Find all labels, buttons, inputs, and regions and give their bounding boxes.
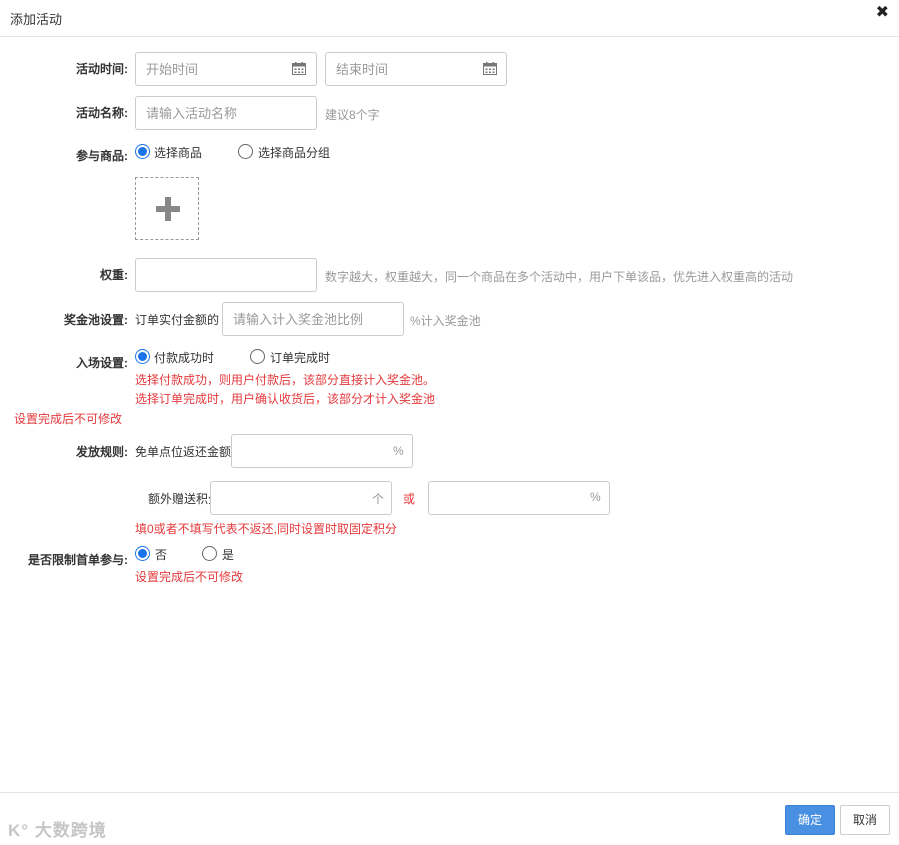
or-text: 或 xyxy=(403,492,416,506)
entry-note-complete: 选择订单完成时，用户确认收货后，该部分才计入奖金池 xyxy=(135,392,436,406)
prize-pool-ratio-input[interactable] xyxy=(222,302,404,336)
entry-note-payment: 选择付款成功，则用户付款后，该部分直接计入奖金池。 xyxy=(135,373,436,387)
activity-name-hint: 建议8个字 xyxy=(325,108,380,122)
products-label: 参与商品: xyxy=(76,149,128,163)
radio-order-complete[interactable] xyxy=(250,349,265,364)
activity-time-label: 活动时间: xyxy=(76,62,128,76)
percent-input[interactable] xyxy=(428,481,610,515)
radio-first-order-no-label: 否 xyxy=(155,548,168,562)
first-order-label: 是否限制首单参与: xyxy=(28,553,128,567)
prize-pool-prefix: 订单实付金额的 xyxy=(135,313,220,327)
calendar-icon[interactable] xyxy=(483,62,497,75)
radio-select-product-groups[interactable] xyxy=(238,144,253,159)
weight-input[interactable] xyxy=(135,258,317,292)
cancel-button[interactable]: 取消 xyxy=(840,805,890,835)
radio-first-order-no[interactable] xyxy=(135,546,150,561)
entry-label: 入场设置: xyxy=(76,356,128,370)
payout-label: 发放规则: xyxy=(76,445,128,459)
rebate-suffix: % xyxy=(393,444,404,458)
first-order-note: 设置完成后不可修改 xyxy=(135,570,244,584)
radio-first-order-yes-label: 是 xyxy=(222,548,235,562)
rebate-label: 免单点位返还金额 xyxy=(135,445,232,459)
radio-payment-success[interactable] xyxy=(135,349,150,364)
calendar-icon[interactable] xyxy=(292,62,306,75)
watermark-logo-icon: K° xyxy=(8,821,30,840)
radio-first-order-yes[interactable] xyxy=(202,546,217,561)
dialog-header: 添加活动 ✖ xyxy=(0,0,899,37)
rebate-input[interactable] xyxy=(231,434,413,468)
confirm-button[interactable]: 确定 xyxy=(785,805,835,835)
radio-select-products-label: 选择商品 xyxy=(154,146,203,160)
radio-select-products[interactable] xyxy=(135,144,150,159)
activity-name-label: 活动名称: xyxy=(76,106,128,120)
prize-pool-suffix: %计入奖金池 xyxy=(410,314,481,328)
payout-note: 填0或者不填写代表不返还,同时设置时取固定积分 xyxy=(135,522,398,536)
radio-payment-success-label: 付款成功时 xyxy=(154,351,215,365)
radio-select-product-groups-label: 选择商品分组 xyxy=(258,146,331,160)
percent-suffix: % xyxy=(590,490,601,504)
entry-locked-note: 设置完成后不可修改 xyxy=(14,412,123,426)
activity-name-input[interactable] xyxy=(135,96,317,130)
watermark-logo: K° 大数跨境 xyxy=(8,816,107,841)
watermark-text: 大数跨境 xyxy=(34,821,107,840)
dialog-title: 添加活动 xyxy=(10,12,63,27)
radio-order-complete-label: 订单完成时 xyxy=(270,351,331,365)
close-icon[interactable]: ✖ xyxy=(876,4,889,22)
weight-label: 权重: xyxy=(100,268,128,282)
prize-pool-label: 奖金池设置: xyxy=(64,313,128,327)
end-time-input[interactable] xyxy=(325,52,507,86)
points-input[interactable] xyxy=(210,481,392,515)
add-product-button[interactable] xyxy=(135,177,199,240)
points-suffix: 个 xyxy=(372,492,385,506)
plus-icon xyxy=(165,197,171,221)
start-time-input[interactable] xyxy=(135,52,317,86)
weight-hint: 数字越大，权重越大，同一个商品在多个活动中，用户下单该品，优先进入权重高的活动 xyxy=(325,270,794,284)
dialog-footer: 确定 取消 xyxy=(0,792,899,845)
